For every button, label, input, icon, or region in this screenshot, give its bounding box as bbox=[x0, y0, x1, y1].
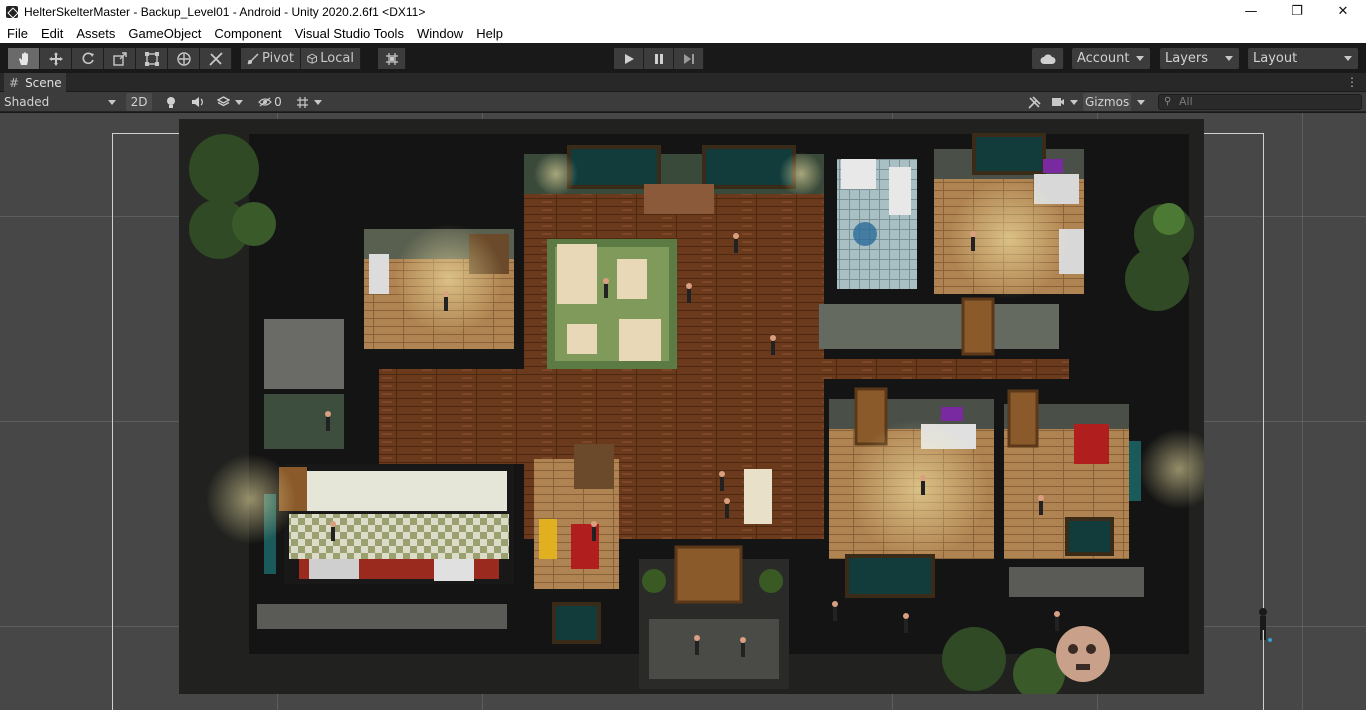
scene-tab-label: Scene bbox=[25, 75, 62, 90]
title-bar: HelterSkelterMaster - Backup_Level01 - A… bbox=[0, 0, 1366, 23]
window-controls: — ❐ ✕ bbox=[1228, 0, 1366, 23]
account-dropdown[interactable]: Account bbox=[1072, 48, 1150, 69]
chevron-down-icon bbox=[1344, 56, 1352, 61]
gizmos-button[interactable]: Gizmos bbox=[1083, 93, 1131, 111]
camera-dropdown[interactable] bbox=[1048, 93, 1080, 111]
effects-layers-icon bbox=[217, 96, 230, 107]
grid-dropdown[interactable] bbox=[288, 93, 330, 111]
window-title: HelterSkelterMaster - Backup_Level01 - A… bbox=[24, 4, 426, 19]
unity-app-icon bbox=[6, 5, 18, 18]
local-label: Local bbox=[320, 51, 354, 66]
local-toggle[interactable]: Local bbox=[301, 48, 361, 69]
rotate-tool-button[interactable] bbox=[72, 48, 104, 69]
menu-bar: File Edit Assets GameObject Component Vi… bbox=[0, 23, 1366, 43]
minimize-button[interactable]: — bbox=[1228, 0, 1274, 23]
main-toolbar: Pivot Local Account Layers Layout bbox=[0, 43, 1366, 73]
pivot-icon bbox=[247, 53, 259, 64]
close-button[interactable]: ✕ bbox=[1320, 0, 1366, 23]
tab-strip: # Scene ⋮ bbox=[0, 73, 1366, 92]
level-map[interactable] bbox=[179, 119, 1204, 694]
grid-icon bbox=[297, 96, 308, 108]
lighting-toggle[interactable] bbox=[160, 93, 182, 111]
rect-tool-button[interactable] bbox=[136, 48, 168, 69]
scale-icon bbox=[112, 51, 127, 66]
menu-gameobject[interactable]: GameObject bbox=[121, 26, 207, 41]
layers-label: Layers bbox=[1165, 51, 1209, 66]
move-icon bbox=[48, 51, 63, 66]
move-tool-button[interactable] bbox=[40, 48, 72, 69]
transform-icon bbox=[176, 51, 191, 66]
tab-scene[interactable]: # Scene bbox=[4, 73, 66, 92]
hidden-count: 0 bbox=[274, 95, 282, 109]
layout-dropdown[interactable]: Layout bbox=[1248, 48, 1358, 69]
draw-mode-label: Shaded bbox=[4, 95, 50, 109]
speaker-icon bbox=[191, 97, 203, 107]
search-icon: ⚲ bbox=[1164, 96, 1172, 107]
pivot-label: Pivot bbox=[262, 51, 294, 66]
layout-label: Layout bbox=[1253, 51, 1298, 66]
chevron-down-icon bbox=[1137, 99, 1145, 105]
menu-window[interactable]: Window bbox=[410, 26, 469, 41]
gizmos-dropdown[interactable] bbox=[1132, 93, 1150, 111]
chevron-down-icon bbox=[235, 99, 243, 105]
scene-view[interactable] bbox=[0, 113, 1366, 710]
pivot-group: Pivot Local bbox=[241, 48, 361, 69]
pause-icon bbox=[654, 53, 663, 64]
chevron-down-icon bbox=[314, 99, 322, 105]
local-cube-icon bbox=[307, 53, 317, 64]
camera-icon bbox=[1051, 98, 1064, 106]
menu-edit[interactable]: Edit bbox=[34, 26, 69, 41]
grid-line bbox=[1302, 113, 1303, 710]
effects-dropdown[interactable] bbox=[212, 93, 248, 111]
rect-icon bbox=[144, 51, 159, 66]
transform-tools bbox=[8, 48, 232, 69]
grid-snap-icon bbox=[385, 52, 398, 65]
menu-help[interactable]: Help bbox=[469, 26, 509, 41]
account-label: Account bbox=[1077, 51, 1130, 66]
wrench-icon bbox=[1027, 95, 1041, 109]
hidden-objects-toggle[interactable]: 0 bbox=[254, 93, 286, 111]
panel-menu-icon[interactable]: ⋮ bbox=[1346, 75, 1358, 89]
hand-tool-button[interactable] bbox=[8, 48, 40, 69]
play-button[interactable] bbox=[614, 48, 644, 69]
maximize-button[interactable]: ❐ bbox=[1274, 0, 1320, 23]
chevron-down-icon bbox=[1136, 56, 1144, 61]
menu-component[interactable]: Component bbox=[207, 26, 287, 41]
snap-group bbox=[378, 48, 406, 69]
menu-visual-studio-tools[interactable]: Visual Studio Tools bbox=[288, 26, 410, 41]
rotate-icon bbox=[82, 52, 94, 64]
menu-file[interactable]: File bbox=[0, 26, 34, 41]
custom-tool-button[interactable] bbox=[200, 48, 232, 69]
layers-dropdown[interactable]: Layers bbox=[1160, 48, 1239, 69]
chevron-down-icon bbox=[1225, 56, 1233, 61]
play-controls bbox=[614, 48, 704, 69]
collab-cloud-button[interactable] bbox=[1032, 48, 1064, 69]
step-button[interactable] bbox=[674, 48, 704, 69]
scene-hash-icon: # bbox=[9, 75, 20, 90]
scene-search-input[interactable]: ⚲ All bbox=[1158, 94, 1362, 110]
draw-mode-dropdown[interactable]: Shaded bbox=[4, 93, 120, 111]
tools-toggle[interactable] bbox=[1024, 93, 1044, 111]
menu-assets[interactable]: Assets bbox=[69, 26, 121, 41]
pause-button[interactable] bbox=[644, 48, 674, 69]
scene-toolbar: Shaded 2D 0 Gizmos ⚲ All bbox=[0, 92, 1366, 112]
2d-toggle[interactable]: 2D bbox=[126, 93, 152, 111]
pivot-toggle[interactable]: Pivot bbox=[241, 48, 301, 69]
tools-icon bbox=[208, 51, 223, 66]
chevron-down-icon bbox=[108, 99, 116, 105]
scale-tool-button[interactable] bbox=[104, 48, 136, 69]
grid-snap-button[interactable] bbox=[378, 48, 406, 69]
play-icon bbox=[624, 53, 634, 64]
transform-tool-button[interactable] bbox=[168, 48, 200, 69]
search-placeholder: All bbox=[1179, 95, 1193, 108]
character-outside-bounds[interactable] bbox=[1253, 607, 1273, 645]
chevron-down-icon bbox=[1069, 99, 1078, 105]
hand-icon bbox=[18, 51, 28, 65]
lightbulb-icon bbox=[167, 96, 175, 108]
eye-hidden-icon bbox=[258, 97, 273, 107]
cloud-icon bbox=[1040, 54, 1055, 64]
audio-toggle[interactable] bbox=[186, 93, 208, 111]
step-icon bbox=[683, 53, 694, 64]
